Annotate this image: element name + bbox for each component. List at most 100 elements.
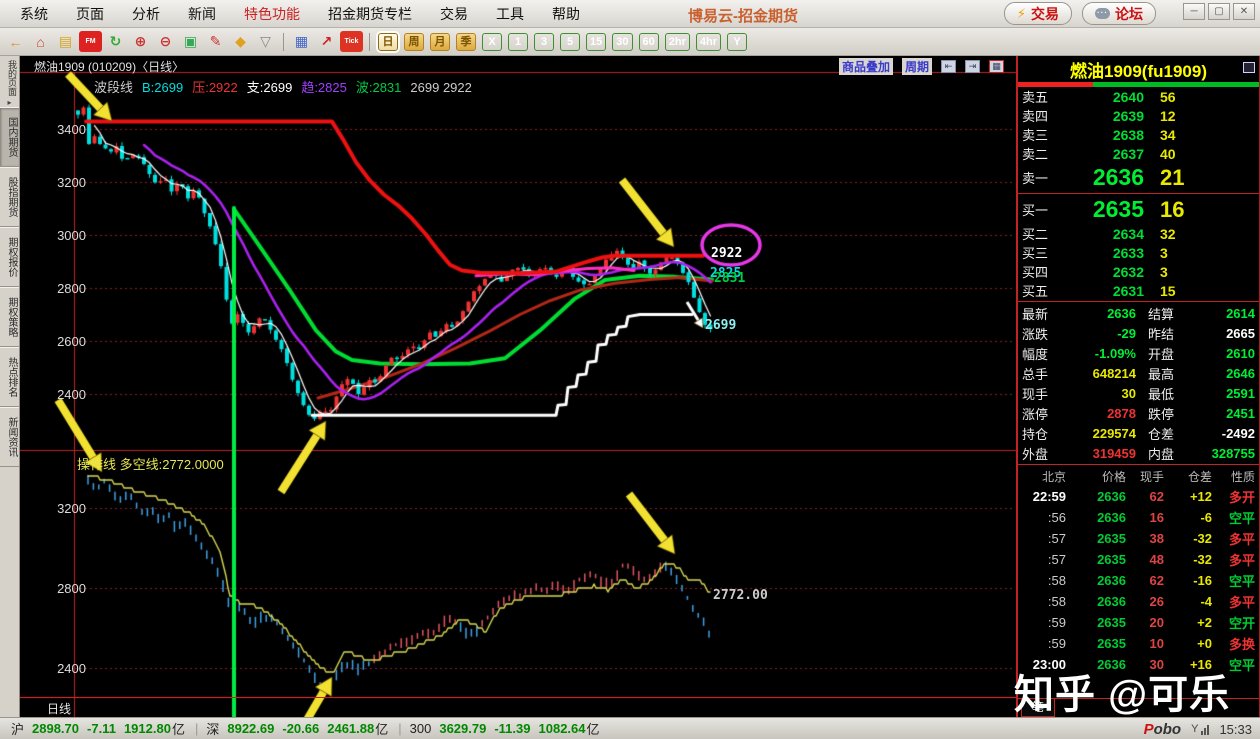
ladder-row-卖二[interactable]: 卖二263740 <box>1018 144 1259 163</box>
forum-button[interactable]: ··· 论坛 <box>1082 2 1156 25</box>
chart-region: 燃油1909 (010209)〈日线〉 商品叠加周期⇤⇥▦ 波段线B:2699压… <box>20 56 1016 717</box>
chart-link-商品叠加[interactable]: 商品叠加 <box>839 58 893 75</box>
sidebar-arrow-icon[interactable]: ▸ <box>0 98 19 107</box>
menu-item-页面[interactable]: 页面 <box>62 1 118 27</box>
period-button-30[interactable]: 30 <box>612 33 632 51</box>
stat-row: 涨跌-29昨结2665 <box>1018 323 1259 343</box>
menu-item-特色功能[interactable]: 特色功能 <box>230 1 314 27</box>
period-button-3[interactable]: 3 <box>534 33 554 51</box>
menu-item-交易[interactable]: 交易 <box>426 1 482 27</box>
price-tag: 2922 <box>711 246 742 261</box>
ladder-row-卖三[interactable]: 卖三263834 <box>1018 125 1259 144</box>
period-button-X[interactable]: X <box>482 33 502 51</box>
tape-row: :57263538-32多平 <box>1018 528 1259 549</box>
period-button-4hr[interactable]: 4hr <box>696 33 721 51</box>
fm-icon[interactable]: FM <box>79 31 102 52</box>
period-button-15[interactable]: 15 <box>586 33 606 51</box>
chart-link-周期[interactable]: 周期 <box>902 58 932 75</box>
menu-items: 系统页面分析新闻特色功能招金期货专栏交易工具帮助 <box>6 1 594 27</box>
price-tag: 2831 <box>714 271 745 286</box>
menu-bar: 系统页面分析新闻特色功能招金期货专栏交易工具帮助 博易云-招金期货 ⚡ 交易 ·… <box>0 0 1260 28</box>
trade-button[interactable]: ⚡ 交易 <box>1004 2 1072 25</box>
index-name: 深 <box>206 719 219 738</box>
draw-pencil-icon[interactable]: ✎ <box>204 31 227 52</box>
ladder-row-买四[interactable]: 买四26323 <box>1018 262 1259 281</box>
menu-item-帮助[interactable]: 帮助 <box>538 1 594 27</box>
period-button-5[interactable]: 5 <box>560 33 580 51</box>
chart-pane-icon-1[interactable]: ⇥ <box>965 60 980 73</box>
sidebar-tab-国内期货[interactable]: 国内期货 <box>0 107 19 167</box>
y-tick: 2800 <box>40 281 86 296</box>
menu-item-招金期货专栏[interactable]: 招金期货专栏 <box>314 1 426 27</box>
ladder-row-买五[interactable]: 买五263115 <box>1018 281 1259 300</box>
speech-bubble-icon: ··· <box>1095 8 1110 19</box>
ladder-row-卖五[interactable]: 卖五264056 <box>1018 87 1259 106</box>
legend-item: 波:2831 <box>356 80 402 95</box>
ladder-row-买二[interactable]: 买二263432 <box>1018 224 1259 243</box>
sidebar-tab-期权报价[interactable]: 期权报价 <box>0 227 19 287</box>
ladder-row-卖一[interactable]: 卖一263621 <box>1018 163 1259 192</box>
sidebar-header: 我的页面 <box>0 56 19 98</box>
sidebar-tab-新闻资讯[interactable]: 新闻资讯 <box>0 407 19 467</box>
trend-chart-icon[interactable]: ↗ <box>315 31 338 52</box>
menu-item-新闻[interactable]: 新闻 <box>174 1 230 27</box>
legend-item: B:2699 <box>142 80 183 95</box>
period-button-月[interactable]: 月 <box>430 33 450 51</box>
window-controls: ─ ▢ ✕ <box>1183 3 1255 20</box>
price-tag: 2772.00 <box>713 588 768 603</box>
sidebar-tab-期权策略[interactable]: 期权策略 <box>0 287 19 347</box>
ladder-row-买一[interactable]: 买一263516 <box>1018 195 1259 224</box>
period-button-60[interactable]: 60 <box>639 33 659 51</box>
legend-item: 趋:2825 <box>301 80 347 95</box>
panel-restore-icon[interactable] <box>1243 62 1255 73</box>
pages-icon[interactable]: ▤ <box>54 31 77 52</box>
close-button[interactable]: ✕ <box>1233 3 1255 20</box>
period-button-周[interactable]: 周 <box>404 33 424 51</box>
index-name: 沪 <box>11 719 24 738</box>
menu-item-系统[interactable]: 系统 <box>6 1 62 27</box>
minimize-button[interactable]: ─ <box>1183 3 1205 20</box>
sidebar-tab-热点排名[interactable]: 热点排名 <box>0 347 19 407</box>
indicator-legend: 波段线B:2699压:2922支:2699趋:2825波:28312699 29… <box>94 77 481 96</box>
layers-icon[interactable]: ▣ <box>179 31 202 52</box>
stat-row: 总手648214最高2646 <box>1018 363 1259 383</box>
period-button-季[interactable]: 季 <box>456 33 476 51</box>
restore-button[interactable]: ▢ <box>1208 3 1230 20</box>
stat-row: 涨停2878跌停2451 <box>1018 403 1259 423</box>
back-icon[interactable]: ← <box>4 31 27 52</box>
chart-pane-icon-2[interactable]: ▦ <box>989 60 1004 73</box>
price-chart-canvas[interactable] <box>20 56 1016 717</box>
menu-item-工具[interactable]: 工具 <box>482 1 538 27</box>
ladder-row-买三[interactable]: 买三26333 <box>1018 243 1259 262</box>
y-tick: 2600 <box>40 334 86 349</box>
zoom-in-icon[interactable]: ⊕ <box>129 31 152 52</box>
sub-chart-label: 操作线 多空线:2772.0000 <box>77 454 224 473</box>
tape-row: :59263520+2空开 <box>1018 612 1259 633</box>
tape-row: :57263548-32多平 <box>1018 549 1259 570</box>
y-tick: 3400 <box>40 122 86 137</box>
period-button-日[interactable]: 日 <box>378 33 398 51</box>
alert-horn-icon[interactable]: ◆ <box>229 31 252 52</box>
quote-board-icon[interactable]: ▦ <box>290 31 313 52</box>
menu-item-分析[interactable]: 分析 <box>118 1 174 27</box>
ladder-row-卖四[interactable]: 卖四263912 <box>1018 106 1259 125</box>
toolbar-separator <box>283 33 284 51</box>
quote-stats: 最新2636结算2614涨跌-29昨结2665幅度-1.09%开盘2610总手6… <box>1018 303 1259 463</box>
chart-pane-icon-0[interactable]: ⇤ <box>941 60 956 73</box>
period-button-1[interactable]: 1 <box>508 33 528 51</box>
filter-funnel-icon[interactable]: ▽ <box>254 31 277 52</box>
lightning-icon: ⚡ <box>1017 6 1026 22</box>
legend-item: 波段线 <box>94 80 133 95</box>
home-icon[interactable]: ⌂ <box>29 31 52 52</box>
period-button-Y[interactable]: Y <box>727 33 747 51</box>
trading-terminal: 系统页面分析新闻特色功能招金期货专栏交易工具帮助 博易云-招金期货 ⚡ 交易 ·… <box>0 0 1260 739</box>
zoom-out-icon[interactable]: ⊖ <box>154 31 177 52</box>
sidebar-tab-股指期货[interactable]: 股指期货 <box>0 167 19 227</box>
tape-row: :59263510+0多换 <box>1018 633 1259 654</box>
refresh-icon[interactable]: ↻ <box>104 31 127 52</box>
tape-row: :56263616-6空平 <box>1018 507 1259 528</box>
period-button-2hr[interactable]: 2hr <box>665 33 690 51</box>
tick-chart-icon[interactable]: Tick <box>340 31 363 52</box>
depth-ladder: 卖五264056卖四263912卖三263834卖二263740卖一263621… <box>1018 87 1259 300</box>
left-tab-strip: 我的页面▸国内期货股指期货期权报价期权策略热点排名新闻资讯 <box>0 56 20 717</box>
